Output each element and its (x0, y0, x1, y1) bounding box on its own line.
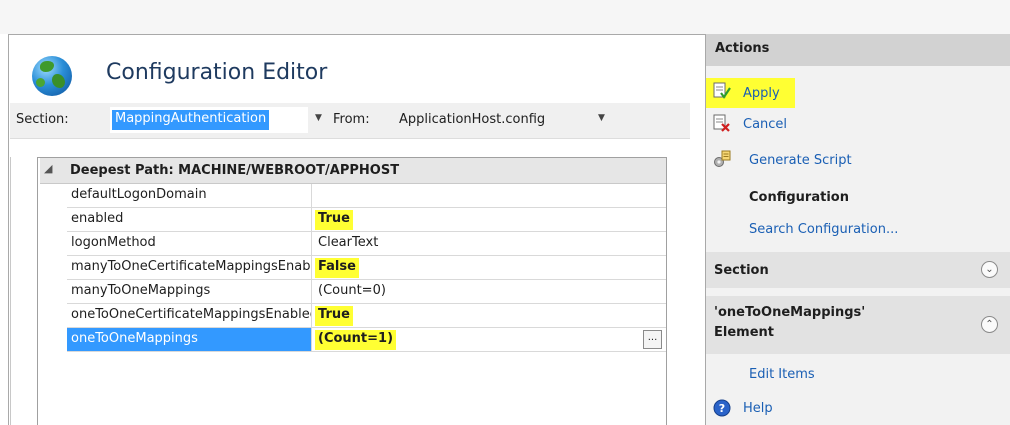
help-icon[interactable]: ? (713, 399, 731, 421)
actions-pane: Actions Apply Cancel Generate Script Con… (705, 34, 1010, 425)
property-value[interactable]: (Count=0) (315, 282, 389, 302)
help-link[interactable]: Help (743, 401, 773, 416)
edit-items-link[interactable]: Edit Items (749, 367, 815, 382)
grid-group-title: Deepest Path: MACHINE/WEBROOT/APPHOST (70, 163, 400, 178)
property-name: enabled (67, 208, 312, 231)
from-label: From: (333, 112, 370, 127)
generate-script-icon[interactable] (713, 150, 731, 172)
table-row[interactable]: logonMethod ClearText (67, 232, 666, 256)
chevron-up-icon[interactable]: ⌃ (981, 316, 998, 333)
grid-group-header[interactable]: Deepest Path: MACHINE/WEBROOT/APPHOST (40, 158, 666, 184)
element-group-header[interactable]: 'oneToOneMappings' Element ⌃ (706, 296, 1010, 354)
property-value[interactable] (315, 186, 321, 206)
apply-link[interactable]: Apply (743, 86, 780, 101)
table-row[interactable]: defaultLogonDomain (67, 184, 666, 208)
property-value[interactable]: False (315, 258, 359, 278)
property-value[interactable]: True (315, 306, 353, 326)
section-label: Section: (16, 112, 69, 127)
section-select-value: MappingAuthentication (112, 110, 270, 130)
property-value[interactable]: True (315, 210, 353, 230)
property-name: manyToOneMappings (67, 280, 312, 303)
from-select-value: ApplicationHost.config (399, 112, 546, 127)
section-toolbar: Section: MappingAuthentication ▼ From: A… (10, 103, 690, 139)
globe-icon (32, 56, 72, 96)
property-name: defaultLogonDomain (67, 184, 312, 207)
dropdown-arrow-icon[interactable]: ▼ (315, 113, 322, 123)
table-row[interactable]: oneToOneCertificateMappingsEnabled True (67, 304, 666, 328)
actions-title: Actions (715, 41, 770, 56)
search-configuration-link[interactable]: Search Configuration... (749, 222, 898, 237)
grid-gutter (10, 157, 37, 425)
top-strip (0, 0, 1010, 34)
element-heading-line2: Element (714, 325, 774, 340)
element-heading-line1: 'oneToOneMappings' (714, 305, 866, 320)
section-select[interactable]: MappingAuthentication (110, 107, 308, 133)
property-value[interactable]: ClearText (315, 234, 381, 254)
configuration-heading: Configuration (749, 190, 849, 205)
edit-collection-button[interactable]: ... (643, 330, 662, 349)
svg-text:?: ? (719, 402, 725, 415)
actions-header: Actions (706, 34, 1010, 66)
section-group-header[interactable]: Section ⌄ (706, 252, 1010, 288)
collapse-icon[interactable]: ◢ (44, 162, 52, 175)
cancel-icon[interactable] (713, 114, 731, 136)
from-select[interactable]: ApplicationHost.config (395, 107, 585, 133)
chevron-down-icon[interactable]: ⌄ (981, 261, 998, 278)
property-value[interactable]: (Count=1) (315, 330, 397, 350)
property-name: manyToOneCertificateMappingsEnabled (67, 256, 312, 279)
dropdown-arrow-icon[interactable]: ▼ (598, 113, 605, 123)
table-row[interactable]: manyToOneCertificateMappingsEnabled Fals… (67, 256, 666, 280)
generate-script-link[interactable]: Generate Script (749, 153, 852, 168)
section-heading: Section (714, 263, 769, 278)
property-name: oneToOneCertificateMappingsEnabled (67, 304, 312, 327)
table-row[interactable]: manyToOneMappings (Count=0) (67, 280, 666, 304)
cancel-link[interactable]: Cancel (743, 117, 787, 132)
apply-icon[interactable] (713, 82, 731, 104)
table-row[interactable]: enabled True (67, 208, 666, 232)
property-name: logonMethod (67, 232, 312, 255)
page-title: Configuration Editor (106, 60, 328, 85)
property-name: oneToOneMappings (67, 328, 312, 351)
table-row-selected[interactable]: oneToOneMappings (Count=1) ... (67, 328, 666, 352)
